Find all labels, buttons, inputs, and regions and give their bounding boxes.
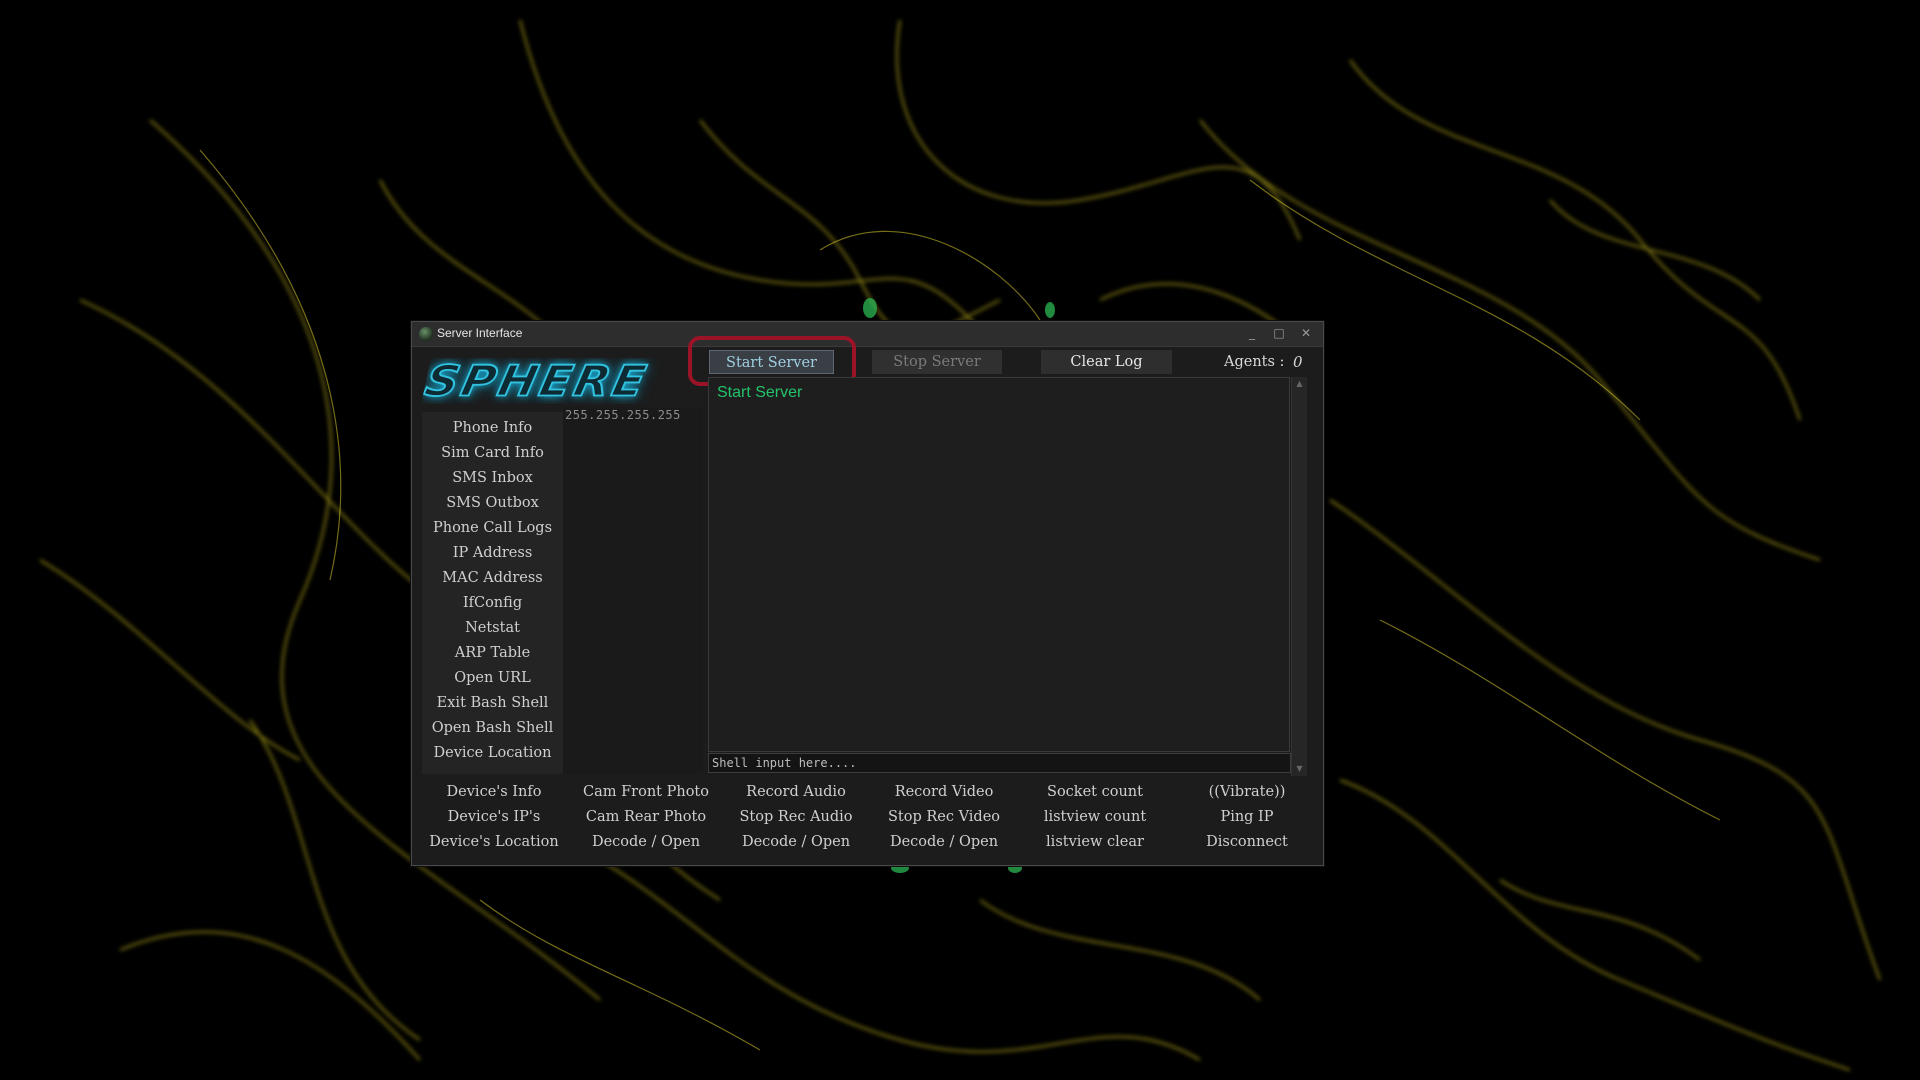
cmd-exit-bash-shell[interactable]: Exit Bash Shell xyxy=(422,691,563,716)
start-server-button[interactable]: Start Server xyxy=(709,350,834,374)
shell-input[interactable] xyxy=(708,753,1291,773)
stop-server-button[interactable]: Stop Server xyxy=(872,350,1002,374)
client-ip-item[interactable]: 255.255.255.255 xyxy=(565,408,681,422)
listview-count-button[interactable]: listview count xyxy=(1020,805,1170,830)
scroll-up-arrow-icon[interactable]: ▲ xyxy=(1292,379,1307,389)
agents-label: Agents : xyxy=(1224,354,1285,370)
command-list: Phone Info Sim Card Info SMS Inbox SMS O… xyxy=(422,412,563,774)
minimize-button[interactable]: _ xyxy=(1241,324,1263,342)
cmd-open-url[interactable]: Open URL xyxy=(422,666,563,691)
record-audio-button[interactable]: Record Audio xyxy=(721,780,871,805)
vibrate-button[interactable]: ((Vibrate)) xyxy=(1172,780,1322,805)
decode-open-photo-button[interactable]: Decode / Open xyxy=(571,830,721,855)
listview-clear-button[interactable]: listview clear xyxy=(1020,830,1170,855)
disconnect-button[interactable]: Disconnect xyxy=(1172,830,1322,855)
cam-front-photo-button[interactable]: Cam Front Photo xyxy=(571,780,721,805)
title-bar[interactable]: Server Interface _ □ ✕ xyxy=(412,322,1323,347)
devices-info-button[interactable]: Device's Info xyxy=(419,780,569,805)
sphere-logo: SPHERE xyxy=(421,358,654,404)
cmd-arp-table[interactable]: ARP Table xyxy=(422,641,563,666)
clear-log-button[interactable]: Clear Log xyxy=(1041,350,1172,374)
cmd-ifconfig[interactable]: IfConfig xyxy=(422,591,563,616)
close-button[interactable]: ✕ xyxy=(1295,324,1317,342)
agents-count: 0 xyxy=(1293,353,1303,371)
app-icon xyxy=(419,327,433,341)
cmd-sim-card-info[interactable]: Sim Card Info xyxy=(422,441,563,466)
ping-ip-button[interactable]: Ping IP xyxy=(1172,805,1322,830)
socket-count-button[interactable]: Socket count xyxy=(1020,780,1170,805)
cmd-sms-outbox[interactable]: SMS Outbox xyxy=(422,491,563,516)
decode-open-audio-button[interactable]: Decode / Open xyxy=(721,830,871,855)
cmd-phone-info[interactable]: Phone Info xyxy=(422,416,563,441)
server-interface-window: Server Interface _ □ ✕ SPHERE Phone Info… xyxy=(411,321,1324,866)
cam-rear-photo-button[interactable]: Cam Rear Photo xyxy=(571,805,721,830)
cmd-phone-call-logs[interactable]: Phone Call Logs xyxy=(422,516,563,541)
record-video-button[interactable]: Record Video xyxy=(869,780,1019,805)
client-list[interactable]: 255.255.255.255 xyxy=(563,407,703,774)
scroll-down-arrow-icon[interactable]: ▼ xyxy=(1292,764,1307,774)
stop-rec-audio-button[interactable]: Stop Rec Audio xyxy=(721,805,871,830)
log-line: Start Server xyxy=(717,384,803,401)
devices-location-button[interactable]: Device's Location xyxy=(419,830,569,855)
cmd-netstat[interactable]: Netstat xyxy=(422,616,563,641)
cmd-device-location[interactable]: Device Location xyxy=(422,741,563,766)
log-view[interactable]: Start Server xyxy=(708,377,1290,752)
window-title: Server Interface xyxy=(437,326,523,340)
devices-ips-button[interactable]: Device's IP's xyxy=(419,805,569,830)
cmd-sms-inbox[interactable]: SMS Inbox xyxy=(422,466,563,491)
maximize-button[interactable]: □ xyxy=(1268,324,1290,342)
cmd-open-bash-shell[interactable]: Open Bash Shell xyxy=(422,716,563,741)
log-scrollbar[interactable]: ▲ ▼ xyxy=(1291,377,1307,776)
decode-open-video-button[interactable]: Decode / Open xyxy=(869,830,1019,855)
stop-rec-video-button[interactable]: Stop Rec Video xyxy=(869,805,1019,830)
cmd-mac-address[interactable]: MAC Address xyxy=(422,566,563,591)
cmd-ip-address[interactable]: IP Address xyxy=(422,541,563,566)
